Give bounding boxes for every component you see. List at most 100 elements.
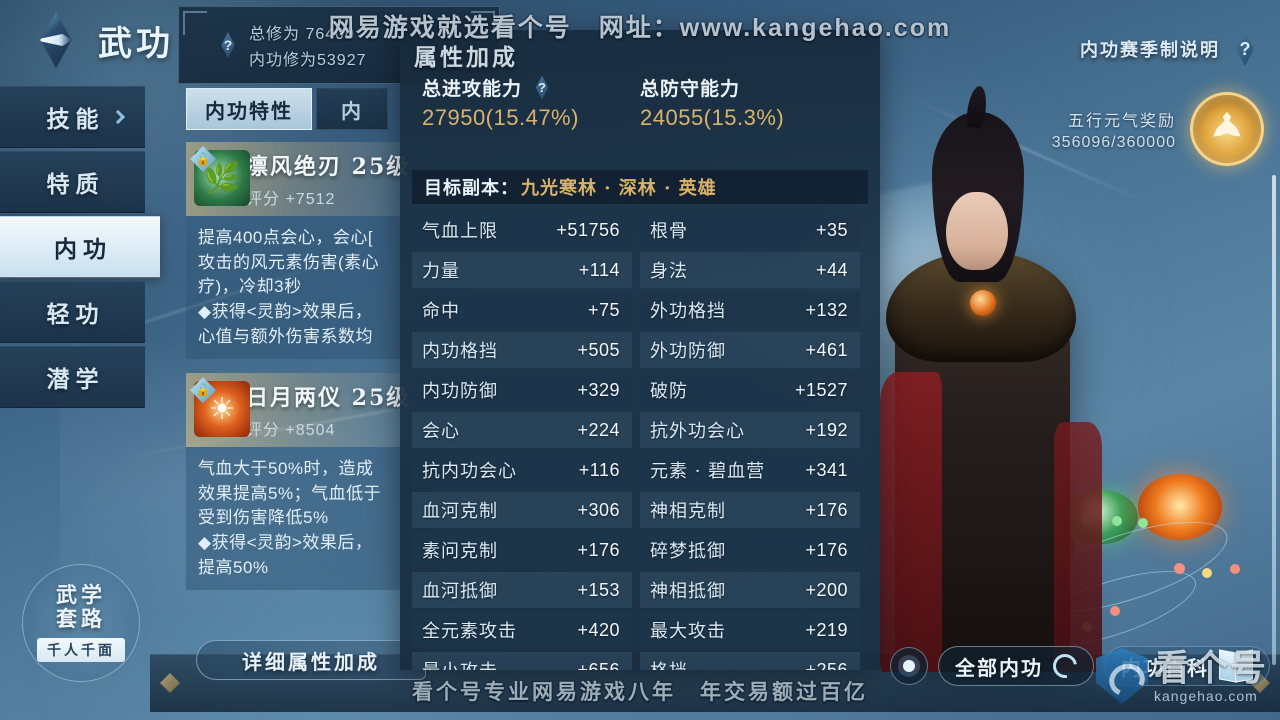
attribute-name: 最小攻击 bbox=[422, 657, 498, 670]
skill-description: 提高400点会心，会心[ 攻击的风元素伤害(素心 疗)，冷却3秒 ◆获得<灵韵>… bbox=[186, 216, 434, 360]
attribute-row: 血河克制 +306 bbox=[412, 492, 632, 528]
tab-secondary[interactable]: 内 bbox=[316, 88, 388, 130]
fire-glyph: ☀ bbox=[208, 392, 236, 426]
attribute-row: 格挡 +256 bbox=[640, 652, 860, 670]
season-help[interactable]: 内功赛季制说明 ? bbox=[1080, 32, 1262, 66]
attribute-value: +656 bbox=[577, 659, 620, 671]
attribute-name: 外功防御 bbox=[650, 341, 726, 362]
badge-line-1: 武学 bbox=[56, 581, 106, 607]
sidebar-item-traits[interactable]: 特质 bbox=[0, 151, 145, 213]
attribute-value: +224 bbox=[577, 419, 620, 440]
attribute-value: +219 bbox=[805, 619, 848, 640]
target-dungeon-value: 九光寒林 · 深林 · 英雄 bbox=[521, 178, 717, 199]
inner-power-wiki-button[interactable]: 内功百科 bbox=[1104, 646, 1270, 686]
attribute-value: +176 bbox=[805, 539, 848, 560]
attribute-name: 格挡 bbox=[650, 657, 688, 670]
target-circle-icon[interactable] bbox=[890, 647, 928, 685]
badge-line-3: 千人千面 bbox=[37, 638, 125, 663]
skill-card[interactable]: 🔓 🌿 凛风绝刃 25级 评分 +7512 提高400点会心，会心[ 攻击的风元… bbox=[186, 142, 434, 360]
attribute-name: 内功防御 bbox=[422, 381, 498, 402]
attribute-row: 内功格挡 +505 bbox=[412, 332, 632, 368]
energy-reward: 五行元气奖励 356096/360000 bbox=[1052, 92, 1264, 166]
detail-attributes-button[interactable]: 详细属性加成 bbox=[196, 640, 426, 680]
badge-line-2: 套路 bbox=[56, 606, 106, 631]
element-dot bbox=[1202, 568, 1212, 578]
attribute-name: 会心 bbox=[422, 421, 460, 442]
leaf-blade-icon: 🔓 🌿 bbox=[190, 146, 250, 206]
sidebar-item-label: 潜学 bbox=[46, 366, 105, 393]
attribute-bonus-panel: 属性加成 总进攻能力 ? 27950(15.47%) 总防守能力 24055(1… bbox=[400, 30, 880, 670]
element-dot bbox=[1174, 563, 1185, 574]
tab-inner-traits[interactable]: 内功特性 bbox=[186, 88, 312, 130]
sidebar-item-skills[interactable]: 技能 bbox=[0, 86, 145, 148]
question-glyph: ? bbox=[538, 80, 546, 95]
desc-line: 气血大于50%时，造成 bbox=[198, 459, 374, 479]
attribute-value: +306 bbox=[577, 499, 620, 520]
attribute-name: 力量 bbox=[422, 261, 460, 282]
attribute-value: +132 bbox=[805, 299, 848, 320]
tab-label: 内功特性 bbox=[205, 98, 293, 123]
attribute-value: +461 bbox=[805, 339, 848, 360]
desc-line: ◆获得<灵韵>效果后， bbox=[198, 301, 373, 321]
lock-glyph: 🔓 bbox=[195, 383, 211, 398]
skill-score: 评分 +7512 bbox=[246, 191, 336, 208]
element-dot bbox=[1230, 564, 1240, 574]
question-mark-icon[interactable]: ? bbox=[1236, 32, 1254, 66]
panel-scrollbar[interactable] bbox=[1272, 175, 1276, 665]
attribute-grid: 气血上限 +51756 根骨 +35 力量 +114 身法 +44 命中 +75 外功格挡 +132 内… bbox=[412, 212, 860, 670]
page-title: 武功 bbox=[98, 23, 174, 64]
attribute-row: 根骨 +35 bbox=[640, 212, 860, 248]
attribute-value: +51756 bbox=[556, 219, 620, 240]
attribute-name: 抗内功会心 bbox=[422, 461, 517, 482]
attribute-row: 神相克制 +176 bbox=[640, 492, 860, 528]
desc-line: 受到伤害降低5% bbox=[198, 508, 329, 528]
attribute-row: 会心 +224 bbox=[412, 412, 632, 448]
sidebar-item-label: 内功 bbox=[54, 236, 112, 263]
bottom-action-bar: 全部内功 内功百科 bbox=[890, 646, 1270, 686]
sidebar-item-inner-power[interactable]: 内功 bbox=[0, 216, 160, 278]
meditation-orb-icon[interactable] bbox=[1190, 92, 1264, 166]
desc-line: 心值与额外伤害系数均 bbox=[198, 326, 373, 346]
sidebar-item-label: 轻功 bbox=[46, 301, 105, 328]
chevron-right-icon bbox=[110, 109, 126, 125]
summary-attack: 总进攻能力 ? 27950(15.47%) bbox=[422, 74, 640, 146]
question-mark-icon[interactable]: ? bbox=[535, 75, 549, 100]
book-icon bbox=[1219, 651, 1253, 681]
sidebar-item-lightness[interactable]: 轻功 bbox=[0, 281, 145, 343]
attribute-value: +75 bbox=[587, 299, 620, 320]
question-mark-icon[interactable]: ? bbox=[221, 32, 235, 58]
diamond-logo-icon bbox=[40, 12, 72, 68]
attribute-row: 神相抵御 +200 bbox=[640, 572, 860, 608]
attribute-row: 最小攻击 +656 bbox=[412, 652, 632, 670]
skill-card[interactable]: 🔓 ☀ 日月两仪 25级 评分 +8504 气血大于50%时，造成 效果提高5%… bbox=[186, 373, 434, 591]
summary-attack-label: 总进攻能力 bbox=[422, 78, 523, 100]
attribute-value: +329 bbox=[577, 379, 620, 400]
inner-power-wiki-label: 内功百科 bbox=[1121, 655, 1209, 680]
all-inner-power-label: 全部内功 bbox=[955, 655, 1043, 680]
target-dungeon-bar[interactable]: 目标副本： 九光寒林 · 深林 · 英雄 bbox=[412, 170, 868, 204]
attribute-row: 抗内功会心 +116 bbox=[412, 452, 632, 488]
attribute-value: +153 bbox=[577, 579, 620, 600]
sidebar-item-latent-study[interactable]: 潜学 bbox=[0, 346, 145, 408]
attribute-name: 气血上限 bbox=[422, 221, 498, 242]
attribute-name: 元素 · 碧血营 bbox=[650, 461, 766, 482]
attribute-row: 最大攻击 +219 bbox=[640, 612, 860, 648]
character-robe bbox=[1054, 422, 1102, 672]
attribute-row: 全元素攻击 +420 bbox=[412, 612, 632, 648]
inner-cultivation-value: 内功修为53927 bbox=[249, 52, 367, 69]
summary-defense-value: 24055(15.3%) bbox=[640, 105, 785, 130]
attribute-row: 内功防御 +329 bbox=[412, 372, 632, 408]
skill-card-header: 🔓 🌿 凛风绝刃 25级 评分 +7512 bbox=[186, 142, 434, 216]
all-inner-power-button[interactable]: 全部内功 bbox=[938, 646, 1094, 686]
attribute-row: 破防 +1527 bbox=[640, 372, 860, 408]
tab-label: 内 bbox=[341, 98, 363, 123]
attribute-name: 抗外功会心 bbox=[650, 421, 745, 442]
attribute-value: +35 bbox=[815, 219, 848, 240]
attribute-name: 根骨 bbox=[650, 221, 688, 242]
attribute-value: +176 bbox=[805, 499, 848, 520]
refresh-icon bbox=[1048, 649, 1082, 683]
element-dot bbox=[1138, 518, 1148, 528]
attribute-row: 气血上限 +51756 bbox=[412, 212, 632, 248]
character-robe bbox=[880, 372, 942, 672]
attribute-value: +420 bbox=[577, 619, 620, 640]
